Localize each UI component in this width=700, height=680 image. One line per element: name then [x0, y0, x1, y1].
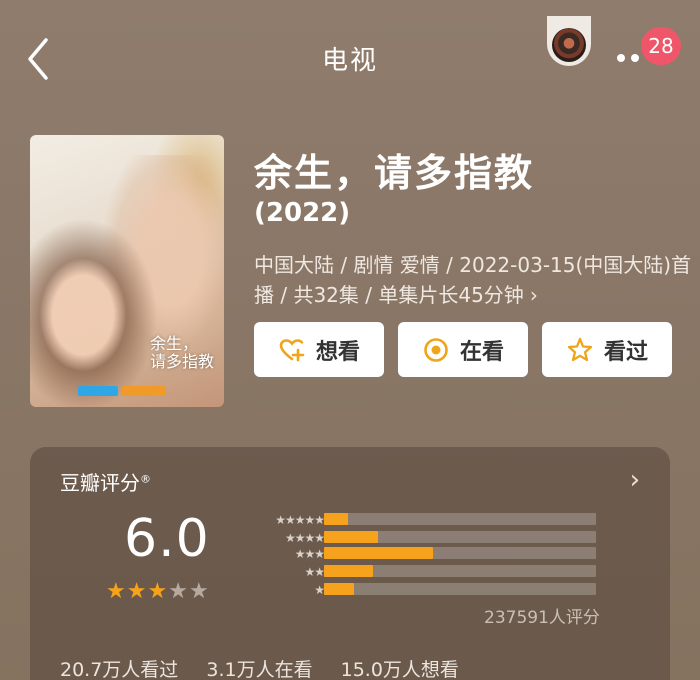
star-empty-icon: ★	[168, 579, 189, 604]
distribution-stars: ★★★	[294, 547, 325, 561]
distribution-track	[324, 547, 596, 559]
distribution-bar	[324, 531, 379, 543]
chevron-right-icon: ›	[529, 283, 538, 307]
watching-circle-icon	[424, 337, 448, 362]
watched-label: 看过	[603, 339, 648, 365]
want-to-watch-button[interactable]: 想看	[254, 322, 384, 377]
distribution-stars: ★	[314, 583, 325, 597]
watched-button[interactable]: 看过	[542, 322, 672, 377]
poster-sponsor-logos	[78, 381, 188, 396]
distribution-bar	[324, 583, 354, 595]
star-empty-icon: ★	[188, 579, 210, 604]
rating-stars: ★★★★★	[106, 579, 210, 604]
star-filled-icon: ★	[147, 579, 169, 604]
more-dot-icon	[617, 54, 625, 62]
heart-plus-icon	[279, 338, 305, 361]
poster-title-logo: 余生， 请多指教	[150, 334, 215, 371]
watching-label: 在看	[459, 339, 504, 365]
distribution-stars: ★★★★★	[275, 513, 325, 527]
chevron-right-icon[interactable]: ›	[630, 465, 640, 495]
star-icon	[567, 337, 593, 361]
show-meta[interactable]: 中国大陆 / 剧情 爱情 / 2022-03-15(中国大陆)首播 / 共32集…	[254, 250, 694, 310]
distribution-bar	[324, 513, 349, 525]
watching-button[interactable]: 在看	[398, 322, 528, 377]
poster-image[interactable]: 余生， 请多指教	[30, 135, 224, 407]
page-title: 电视	[321, 46, 378, 76]
rating-card[interactable]: 豆瓣评分® › 6.0 ★★★★★ ★★★★★ ★★★★ ★★★ ★★ ★ 237591…	[30, 447, 670, 680]
rating-title: 豆瓣评分®	[60, 471, 151, 495]
more-button[interactable]	[617, 54, 643, 64]
star-filled-icon: ★	[106, 579, 127, 604]
avatar-image	[552, 28, 586, 62]
watched-count: 20.7万人看过	[60, 659, 179, 680]
notification-badge[interactable]: 28	[641, 27, 681, 65]
distribution-stars: ★★★★	[284, 531, 325, 545]
distribution-track	[324, 565, 596, 577]
distribution-stars: ★★	[304, 565, 325, 579]
star-filled-icon: ★	[126, 579, 148, 604]
watching-count: 3.1万人在看	[206, 659, 313, 680]
distribution-track	[324, 531, 596, 543]
want-count: 15.0万人想看	[340, 659, 459, 680]
more-dot-icon	[631, 54, 639, 62]
rating-score: 6.0	[124, 509, 210, 569]
watch-stats: 20.7万人看过 3.1万人在看 15.0万人想看	[60, 655, 481, 680]
want-to-watch-label: 想看	[315, 339, 360, 365]
distribution-track	[324, 583, 596, 595]
show-year: (2022)	[254, 198, 351, 228]
show-title: 余生，请多指教	[254, 151, 535, 195]
floating-avatar[interactable]	[547, 16, 591, 66]
distribution-bar	[324, 547, 433, 559]
vote-count: 237591人评分	[484, 608, 600, 628]
distribution-track	[324, 513, 596, 525]
distribution-bar	[324, 565, 373, 577]
